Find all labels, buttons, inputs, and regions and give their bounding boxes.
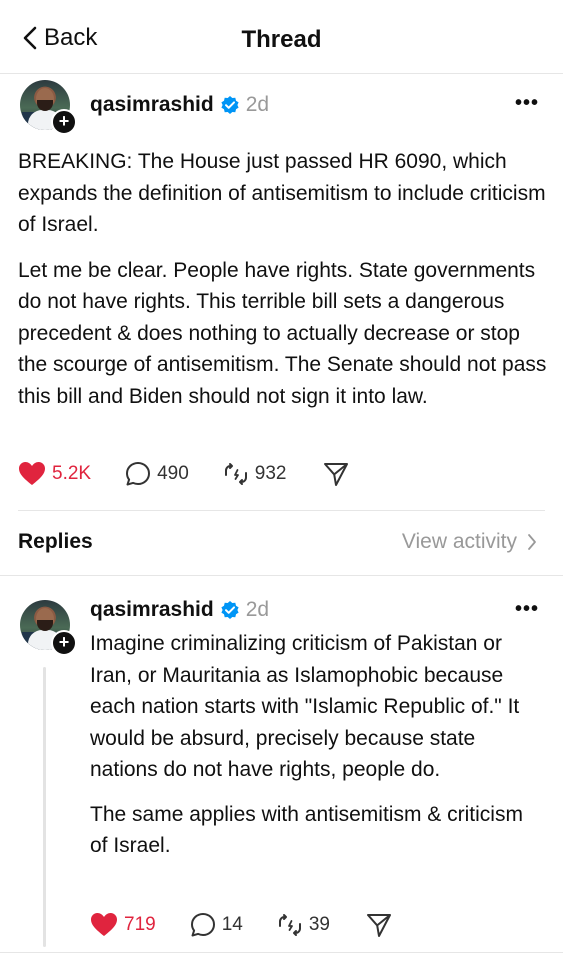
like-count: 5.2K: [52, 463, 92, 484]
verified-badge-icon: [221, 601, 239, 619]
reply-username[interactable]: qasimrashid: [90, 598, 214, 622]
reply-button[interactable]: 14: [190, 912, 243, 938]
repost-icon: [278, 914, 301, 936]
repost-icon: [224, 463, 247, 485]
reply-author-row: qasimrashid 2d: [90, 598, 269, 622]
view-activity-label: View activity: [401, 530, 517, 553]
post-username[interactable]: qasimrashid: [90, 93, 214, 117]
view-activity-link[interactable]: View activity: [402, 530, 537, 554]
divider: [18, 510, 545, 511]
reply-count: 14: [221, 914, 243, 935]
reply-paragraph: Imagine criminalizing criticism of Pakis…: [90, 632, 520, 781]
reply-paragraph: The same applies with antisemitism & cri…: [90, 802, 523, 858]
replies-heading: Replies: [18, 530, 93, 553]
comment-bubble-icon: [190, 913, 215, 937]
thread-connector-line: [43, 667, 46, 947]
post-timestamp: 2d: [245, 93, 270, 116]
reply-actions: 719 14 39: [90, 911, 392, 939]
reply-body: Imagine criminalizing criticism of Pakis…: [90, 628, 540, 862]
repost-button[interactable]: 932: [223, 461, 287, 487]
page-title: Thread: [241, 26, 322, 53]
post-paragraph: BREAKING: The House just passed HR 6090,…: [18, 150, 546, 236]
repost-button[interactable]: 39: [277, 912, 330, 938]
reply-timestamp: 2d: [245, 598, 270, 621]
reply-count: 490: [157, 463, 189, 484]
like-button[interactable]: 719: [90, 912, 156, 938]
share-button[interactable]: [323, 461, 349, 487]
repost-count: 932: [254, 463, 287, 484]
share-button[interactable]: [366, 912, 392, 938]
divider: [0, 575, 563, 576]
post-body: BREAKING: The House just passed HR 6090,…: [18, 146, 548, 412]
follow-plus-icon[interactable]: +: [51, 630, 77, 656]
heart-filled-icon: [91, 913, 117, 936]
comment-bubble-icon: [126, 462, 151, 486]
post-author-row: qasimrashid 2d: [90, 93, 269, 117]
more-options-icon[interactable]: •••: [515, 92, 539, 115]
verified-badge-icon: [221, 96, 239, 114]
divider: [0, 952, 563, 953]
reply-button[interactable]: 490: [125, 461, 189, 487]
send-icon: [323, 463, 348, 486]
follow-plus-icon[interactable]: +: [51, 109, 77, 135]
repost-count: 39: [308, 914, 330, 935]
chevron-right-icon: [528, 534, 536, 550]
post-paragraph: Let me be clear. People have rights. Sta…: [18, 258, 547, 408]
more-options-icon[interactable]: •••: [515, 598, 539, 621]
heart-filled-icon: [19, 462, 45, 485]
send-icon: [366, 914, 391, 937]
post-actions: 5.2K 490 932: [18, 460, 349, 488]
like-button[interactable]: 5.2K: [18, 461, 91, 487]
like-count: 719: [124, 914, 156, 935]
